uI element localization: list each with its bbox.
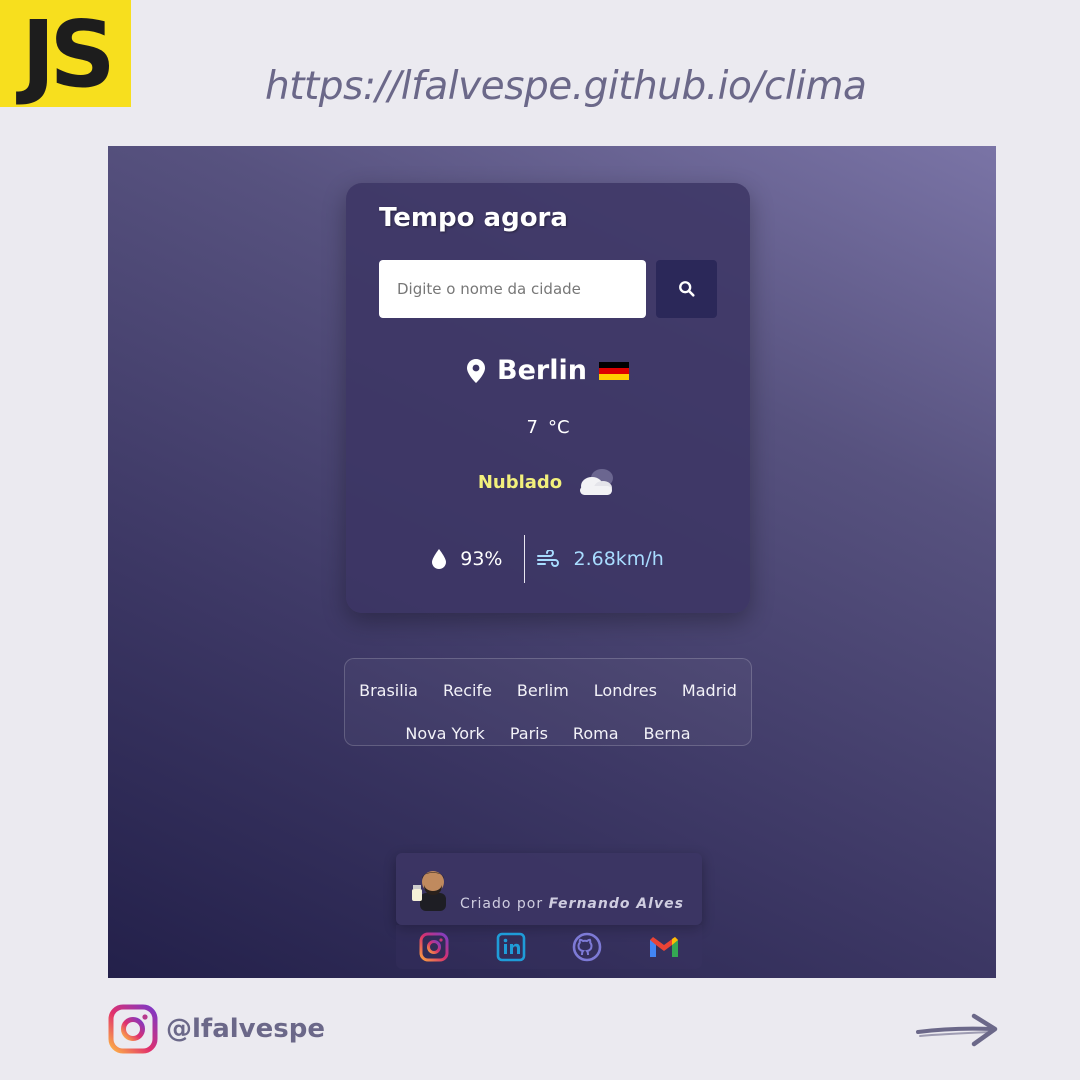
suggestion-berna[interactable]: Berna	[644, 724, 691, 743]
suggestion-recife[interactable]: Recife	[443, 681, 492, 700]
location-pin-icon	[467, 358, 486, 383]
linkedin-icon[interactable]	[495, 931, 527, 963]
droplet-icon	[432, 549, 447, 569]
suggestion-roma[interactable]: Roma	[573, 724, 619, 743]
gmail-icon[interactable]	[648, 931, 680, 963]
temperature-unit: °C	[547, 417, 570, 438]
github-icon[interactable]	[571, 931, 603, 963]
suggestion-londres[interactable]: Londres	[594, 681, 657, 700]
js-logo: JS	[0, 0, 131, 107]
suggestion-madrid[interactable]: Madrid	[682, 681, 737, 700]
page-url: https://lfalvespe.github.io/clima	[265, 64, 867, 109]
wind-value: 2.68km/h	[573, 548, 664, 570]
search-button[interactable]	[656, 260, 717, 318]
instagram-icon	[108, 1004, 158, 1054]
arrow-right-icon[interactable]	[916, 1012, 998, 1048]
credit-prefix: Criado por	[460, 896, 544, 912]
credit-text: Criado por Fernando Alves	[460, 896, 684, 912]
suggestion-nova-york[interactable]: Nova York	[405, 724, 484, 743]
card-title: Tempo agora	[379, 203, 568, 233]
wind-icon	[537, 550, 560, 567]
suggestion-brasilia[interactable]: Brasilia	[359, 681, 418, 700]
instagram-icon[interactable]	[418, 931, 450, 963]
city-search-input[interactable]	[379, 260, 646, 318]
wind: 2.68km/h	[525, 548, 664, 570]
suggestion-berlim[interactable]: Berlim	[517, 681, 569, 700]
post-footer: @lfalvespe	[108, 1004, 325, 1054]
temperature: 7 °C	[346, 417, 750, 438]
author-footer: Criado por Fernando Alves	[396, 853, 702, 925]
humidity-value: 93%	[460, 548, 503, 570]
city-name: Berlin	[497, 355, 587, 386]
weather-description: Nublado	[477, 471, 563, 493]
temperature-value: 7	[526, 417, 538, 438]
city-row: Berlin	[346, 355, 750, 386]
weather-card: Tempo agora Berlin 7 °C Nublado	[346, 183, 750, 613]
suggestions-row-2: Nova York Paris Roma Berna	[353, 712, 743, 755]
social-links	[396, 925, 702, 969]
flag-germany-icon	[598, 361, 629, 380]
cloudy-icon	[580, 469, 614, 495]
suggestion-paris[interactable]: Paris	[510, 724, 548, 743]
avatar	[412, 871, 446, 911]
app-screenshot: Tempo agora Berlin 7 °C Nublado	[108, 146, 996, 978]
instagram-handle: @lfalvespe	[166, 1014, 325, 1044]
search-icon	[678, 281, 695, 297]
city-suggestions: Brasilia Recife Berlim Londres Madrid No…	[344, 658, 752, 746]
suggestions-row-1: Brasilia Recife Berlim Londres Madrid	[353, 669, 743, 712]
stats-row: 93% 2.68km/h	[346, 535, 750, 583]
weather-row: Nublado	[346, 466, 750, 498]
humidity: 93%	[432, 548, 524, 570]
credit-author: Fernando Alves	[548, 896, 684, 912]
